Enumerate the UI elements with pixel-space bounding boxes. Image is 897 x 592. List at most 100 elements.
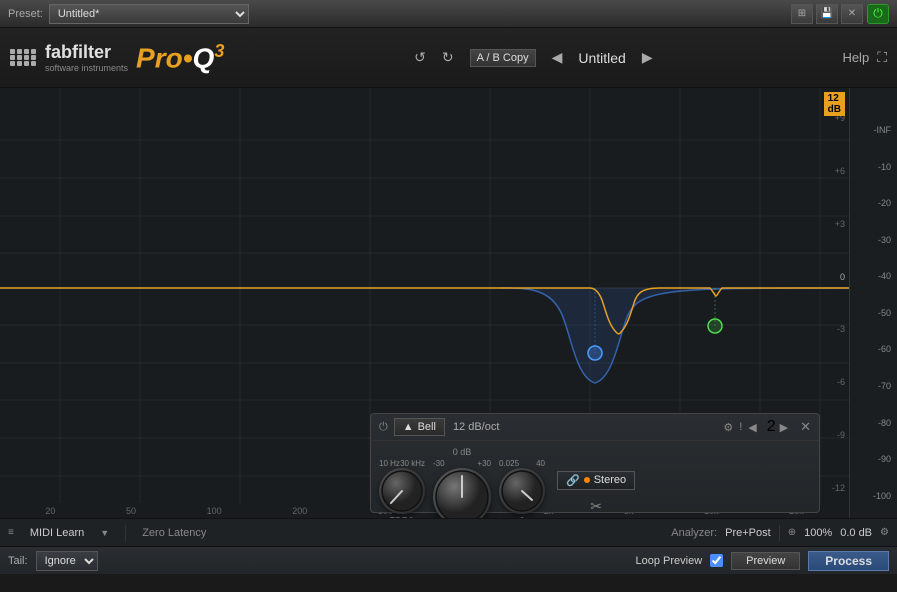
power-button[interactable]: ⏻ bbox=[867, 4, 889, 24]
gain-knob[interactable] bbox=[433, 468, 491, 518]
band-type-button[interactable]: ▲ Bell bbox=[394, 418, 445, 436]
preset-select[interactable]: Untitled* bbox=[49, 4, 249, 24]
preset-name: Untitled bbox=[578, 50, 625, 66]
status-settings-icon[interactable]: ⚙ bbox=[880, 527, 889, 538]
midi-learn-arrow[interactable]: ▼ bbox=[100, 528, 109, 538]
q-range: 0.025 40 bbox=[499, 459, 545, 468]
band-number: 2 bbox=[767, 418, 776, 436]
freq-100: 100 bbox=[207, 506, 222, 516]
next-band-button[interactable]: ▶ bbox=[780, 421, 788, 434]
freq-50: 50 bbox=[126, 506, 136, 516]
db-m20: -20 bbox=[852, 198, 895, 208]
db-label-m9: -9 bbox=[837, 430, 845, 440]
output-gain-value: 0.0 dB bbox=[840, 527, 872, 539]
brand-sub: software instruments bbox=[45, 63, 128, 73]
tail-select[interactable]: Ignore bbox=[36, 551, 98, 571]
band-popup-top: ⏻ ▲ Bell 12 dB/oct ⚙ ! ◀ 2 ▶ ✕ bbox=[371, 414, 819, 441]
bottom-right: Loop Preview Preview Process bbox=[636, 551, 889, 571]
freq-range: 10 Hz 30 kHz bbox=[379, 459, 425, 468]
stereo-label: Stereo bbox=[594, 474, 626, 486]
bottom-bar: Tail: Ignore Loop Preview Preview Proces… bbox=[0, 546, 897, 574]
db-0-label: 0 dB bbox=[453, 447, 472, 457]
db-label-m6: -6 bbox=[837, 377, 845, 387]
freq-label: FREQ bbox=[389, 516, 414, 518]
freq-20: 20 bbox=[45, 506, 55, 516]
db-label-p6: +6 bbox=[835, 166, 845, 176]
db-label-p3: +3 bbox=[835, 219, 845, 229]
help-button[interactable]: Help bbox=[842, 50, 869, 65]
process-button[interactable]: Process bbox=[808, 551, 889, 571]
stereo-button[interactable]: 🔗 Stereo bbox=[557, 471, 635, 490]
db-label-0: 0 bbox=[840, 272, 845, 282]
fullscreen-button[interactable]: ⛶ bbox=[877, 49, 887, 66]
prev-preset-button[interactable]: ◀ bbox=[552, 49, 563, 66]
freq-200: 200 bbox=[292, 506, 307, 516]
db-scale: 12 dB -INF -10 -20 -30 -40 -50 -60 -70 -… bbox=[849, 88, 897, 518]
eq-area[interactable]: +9 +6 +3 0 -3 -6 -9 -12 12 dB -INF -10 -… bbox=[0, 88, 897, 518]
top-bar: Preset: Untitled* ⊞ 💾 ✕ ⏻ bbox=[0, 0, 897, 28]
band-popup-bottom: 10 Hz 30 kHz bbox=[371, 441, 819, 518]
separator2 bbox=[779, 525, 780, 541]
redo-button[interactable]: ↻ bbox=[442, 49, 454, 66]
close-button[interactable]: ✕ bbox=[841, 4, 863, 24]
db-m10: -10 bbox=[852, 162, 895, 172]
settings-icon[interactable]: ≡ bbox=[8, 527, 14, 538]
preview-button[interactable]: Preview bbox=[731, 552, 800, 570]
scissors-icon[interactable]: ✂ bbox=[557, 498, 635, 515]
band-num-area: ◀ 2 ▶ bbox=[748, 418, 794, 436]
db-top-label: 12 dB bbox=[824, 92, 845, 116]
db-m60: -60 bbox=[852, 344, 895, 354]
ab-button[interactable]: A / B Copy bbox=[470, 49, 536, 67]
brand-pro: Pro•Q3 bbox=[136, 41, 224, 74]
q-knob[interactable] bbox=[499, 468, 545, 514]
stereo-dot bbox=[584, 477, 590, 483]
logo-area: fabfilter software instruments Pro•Q3 bbox=[10, 41, 224, 74]
band-order-label: 12 dB/oct bbox=[453, 421, 499, 433]
save-button[interactable]: 💾 bbox=[816, 4, 838, 24]
analyzer-label: Analyzer: bbox=[671, 527, 717, 539]
band-type-label: Bell bbox=[418, 421, 436, 433]
loop-preview-checkbox[interactable] bbox=[710, 554, 723, 567]
db-inf: -INF bbox=[852, 125, 895, 135]
freq-knob[interactable] bbox=[379, 468, 425, 514]
db-m50: -50 bbox=[852, 308, 895, 318]
freq-knob-area: 10 Hz 30 kHz bbox=[379, 459, 425, 518]
band-alert-icon: ! bbox=[739, 421, 742, 433]
band-settings-icon[interactable]: ⚙ bbox=[723, 421, 733, 434]
db-m80: -80 bbox=[852, 418, 895, 428]
q-label: Q bbox=[518, 516, 525, 518]
midi-learn-button[interactable]: MIDI Learn bbox=[30, 527, 84, 539]
separator bbox=[125, 525, 126, 541]
tail-label: Tail: bbox=[8, 555, 28, 567]
next-preset-button[interactable]: ▶ bbox=[642, 49, 653, 66]
preset-label: Preset: bbox=[8, 8, 43, 20]
right-db-scale: +9 +6 +3 0 -3 -6 -9 -12 bbox=[832, 88, 845, 518]
gain-range: -30 +30 bbox=[433, 459, 491, 468]
loop-preview-label: Loop Preview bbox=[636, 555, 703, 567]
header-right: Help ⛶ bbox=[842, 49, 887, 66]
db-m100: -100 bbox=[852, 491, 895, 501]
db-m70: -70 bbox=[852, 381, 895, 391]
band-popup: ⏻ ▲ Bell 12 dB/oct ⚙ ! ◀ 2 ▶ ✕ 10 H bbox=[370, 413, 820, 513]
header-center: ↺ ↻ A / B Copy ◀ Untitled ▶ bbox=[224, 49, 842, 67]
db-label-m3: -3 bbox=[837, 324, 845, 334]
undo-button[interactable]: ↺ bbox=[414, 49, 426, 66]
q-knob-area: 0.025 40 bbox=[499, 459, 545, 518]
db-m90: -90 bbox=[852, 454, 895, 464]
save-copy-button[interactable]: ⊞ bbox=[791, 4, 813, 24]
close-band-popup-button[interactable]: ✕ bbox=[800, 419, 811, 435]
prev-band-button[interactable]: ◀ bbox=[748, 421, 756, 434]
gain-knob-area: 0 dB -30 +30 bbox=[433, 447, 491, 518]
header: fabfilter software instruments Pro•Q3 ↺ … bbox=[0, 28, 897, 88]
analyzer-value[interactable]: Pre+Post bbox=[725, 527, 771, 539]
logo-grid bbox=[10, 49, 37, 66]
db-m40: -40 bbox=[852, 271, 895, 281]
db-label-m12: -12 bbox=[832, 483, 845, 493]
stereo-scissors-area: 🔗 Stereo ✂ bbox=[557, 471, 635, 515]
band-power-button[interactable]: ⏻ bbox=[379, 421, 388, 434]
db-m30: -30 bbox=[852, 235, 895, 245]
zero-latency-label: Zero Latency bbox=[142, 527, 206, 539]
zoom-value: 100% bbox=[804, 527, 832, 539]
zoom-icon[interactable]: ⊕ bbox=[788, 527, 796, 538]
status-right: Analyzer: Pre+Post ⊕ 100% 0.0 dB ⚙ bbox=[671, 525, 889, 541]
